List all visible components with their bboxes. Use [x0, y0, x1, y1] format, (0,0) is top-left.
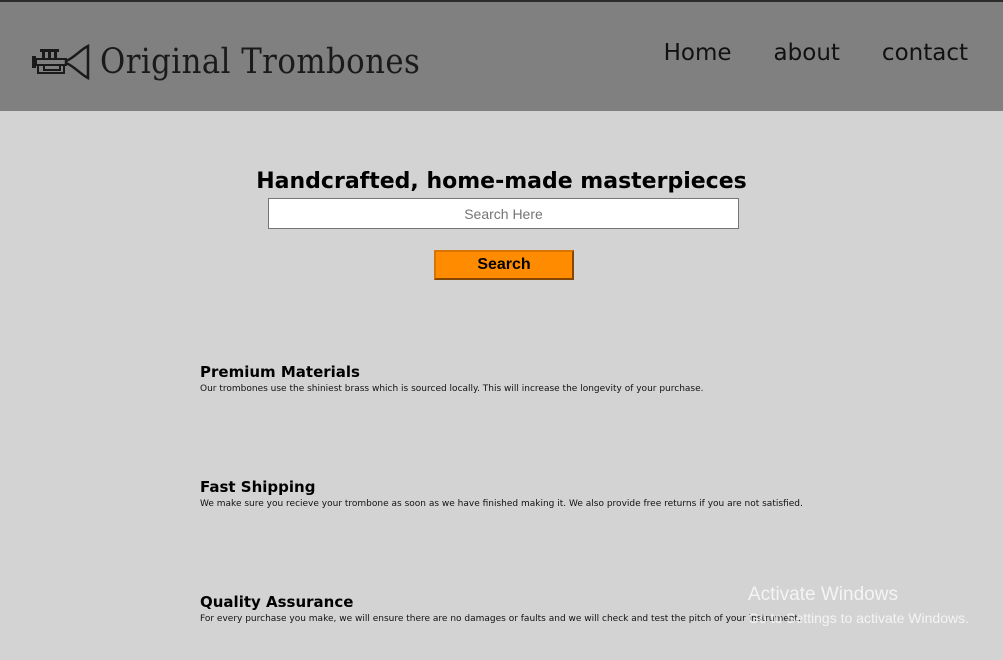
- feature-title: Quality Assurance: [200, 593, 354, 611]
- feature-premium-materials: Premium Materials Our trombones use the …: [200, 363, 704, 394]
- brand-name: Original Trombones: [100, 42, 421, 82]
- trumpet-icon: [32, 43, 90, 81]
- feature-title: Premium Materials: [200, 363, 360, 381]
- search-button[interactable]: Search: [434, 250, 574, 280]
- nav-contact-link[interactable]: contact: [882, 40, 968, 66]
- hero-title: Handcrafted, home-made masterpieces: [256, 169, 747, 194]
- search-input[interactable]: [268, 198, 739, 229]
- activate-windows-watermark: Activate Windows Go to Settings to activ…: [748, 584, 969, 626]
- main-nav: Home about contact: [664, 40, 968, 66]
- nav-home-link[interactable]: Home: [664, 40, 732, 66]
- feature-quality-assurance: Quality Assurance For every purchase you…: [200, 593, 801, 624]
- feature-description: We make sure you recieve your trombone a…: [200, 499, 803, 509]
- watermark-subtitle: Go to Settings to activate Windows.: [748, 610, 969, 626]
- feature-title: Fast Shipping: [200, 478, 316, 496]
- site-header: Original Trombones Home about contact: [0, 2, 1003, 111]
- nav-about-link[interactable]: about: [774, 40, 840, 66]
- feature-description: Our trombones use the shiniest brass whi…: [200, 384, 704, 394]
- feature-fast-shipping: Fast Shipping We make sure you recieve y…: [200, 478, 803, 509]
- watermark-title: Activate Windows: [748, 584, 898, 605]
- brand-logo[interactable]: Original Trombones: [30, 42, 464, 82]
- feature-description: For every purchase you make, we will ens…: [200, 614, 801, 624]
- page: Original Trombones Home about contact Ha…: [0, 0, 1003, 660]
